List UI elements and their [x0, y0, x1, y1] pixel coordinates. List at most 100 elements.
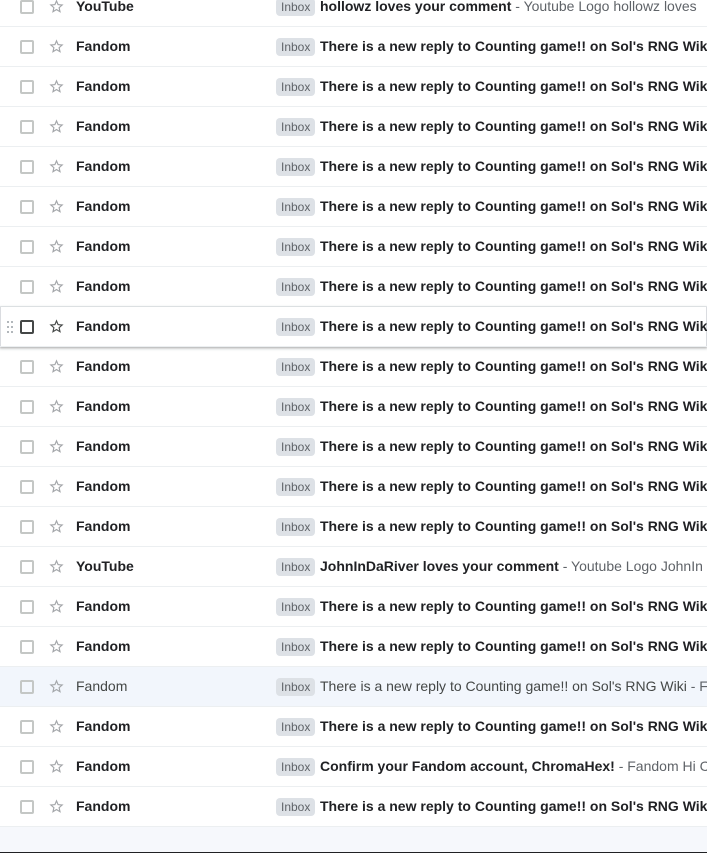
message-preview: There is a new reply to Counting game!! …	[320, 38, 707, 54]
select-checkbox[interactable]	[20, 680, 34, 694]
star-icon[interactable]	[48, 398, 65, 415]
inbox-label-badge[interactable]: Inbox	[276, 758, 316, 776]
select-checkbox[interactable]	[20, 120, 34, 134]
message-preview: There is a new reply to Counting game!! …	[320, 638, 707, 654]
email-row[interactable]: Fandom Inbox There is a new reply to Count…	[0, 587, 707, 627]
select-checkbox[interactable]	[20, 360, 34, 374]
inbox-label-badge[interactable]: Inbox	[276, 518, 316, 536]
email-row[interactable]: YouTube Inbox hollowz loves your comment -…	[0, 0, 707, 27]
sender-name: Fandom	[76, 38, 131, 54]
sender-name: Fandom	[76, 118, 131, 134]
email-row[interactable]: Fandom Inbox There is a new reply to Count…	[0, 507, 707, 547]
select-checkbox[interactable]	[20, 440, 34, 454]
select-checkbox[interactable]	[20, 160, 34, 174]
email-row[interactable]: Fandom Inbox There is a new reply to Count…	[0, 27, 707, 67]
email-row[interactable]: Fandom Inbox There is a new reply to Count…	[0, 427, 707, 467]
star-icon[interactable]	[48, 678, 65, 695]
email-row[interactable]: Fandom Inbox There is a new reply to Count…	[0, 347, 707, 387]
email-row[interactable]: Fandom Inbox There is a new reply to Count…	[0, 467, 707, 507]
message-preview: There is a new reply to Counting game!! …	[320, 318, 707, 334]
email-list: YouTube Inbox hollowz loves your comment -…	[0, 0, 707, 827]
inbox-label-badge[interactable]: Inbox	[276, 478, 316, 496]
email-row[interactable]: Fandom Inbox There is a new reply to Count…	[0, 787, 707, 827]
email-row[interactable]: Fandom Inbox There is a new reply to Count…	[0, 187, 707, 227]
inbox-label-badge[interactable]: Inbox	[276, 398, 316, 416]
select-checkbox[interactable]	[20, 40, 34, 54]
star-icon[interactable]	[48, 558, 65, 575]
email-row[interactable]: Fandom Inbox There is a new reply to Count…	[0, 267, 707, 307]
email-row[interactable]: Fandom Inbox There is a new reply to Count…	[0, 387, 707, 427]
inbox-label-badge[interactable]: Inbox	[276, 678, 316, 696]
email-row[interactable]: Fandom Inbox There is a new reply to Count…	[0, 307, 707, 347]
select-checkbox[interactable]	[20, 520, 34, 534]
inbox-label-badge[interactable]: Inbox	[276, 318, 316, 336]
select-checkbox[interactable]	[20, 0, 34, 14]
inbox-label-badge[interactable]: Inbox	[276, 598, 316, 616]
star-icon[interactable]	[48, 318, 65, 335]
sender-name: Fandom	[76, 678, 128, 694]
inbox-label-badge[interactable]: Inbox	[276, 718, 316, 736]
select-checkbox[interactable]	[20, 240, 34, 254]
star-icon[interactable]	[48, 78, 65, 95]
select-checkbox[interactable]	[20, 400, 34, 414]
star-icon[interactable]	[48, 38, 65, 55]
star-icon[interactable]	[48, 758, 65, 775]
message-preview: There is a new reply to Counting game!! …	[320, 238, 707, 254]
sender-name: Fandom	[76, 238, 131, 254]
inbox-label-badge[interactable]: Inbox	[276, 158, 316, 176]
select-checkbox[interactable]	[20, 280, 34, 294]
inbox-label-badge[interactable]: Inbox	[276, 278, 316, 296]
star-icon[interactable]	[48, 798, 65, 815]
inbox-label-badge[interactable]: Inbox	[276, 798, 316, 816]
sender-name: Fandom	[76, 798, 131, 814]
inbox-label-badge[interactable]: Inbox	[276, 358, 316, 376]
subject: There is a new reply to Counting game!! …	[320, 598, 707, 614]
inbox-label-badge[interactable]: Inbox	[276, 118, 316, 136]
email-row[interactable]: Fandom Inbox There is a new reply to Count…	[0, 707, 707, 747]
star-icon[interactable]	[48, 638, 65, 655]
email-row[interactable]: Fandom Inbox There is a new reply to Count…	[0, 67, 707, 107]
email-row[interactable]: Fandom Inbox There is a new reply to Count…	[0, 107, 707, 147]
inbox-label-badge[interactable]: Inbox	[276, 238, 316, 256]
inbox-label-badge[interactable]: Inbox	[276, 638, 316, 656]
drag-handle-icon[interactable]	[7, 321, 15, 333]
select-checkbox[interactable]	[20, 800, 34, 814]
star-icon[interactable]	[48, 198, 65, 215]
star-icon[interactable]	[48, 118, 65, 135]
email-row[interactable]: YouTube Inbox JohnInDaRiver loves your com…	[0, 547, 707, 587]
star-icon[interactable]	[48, 158, 65, 175]
select-checkbox[interactable]	[20, 200, 34, 214]
subject: There is a new reply to Counting game!! …	[320, 518, 707, 534]
select-checkbox[interactable]	[20, 480, 34, 494]
select-checkbox[interactable]	[20, 760, 34, 774]
star-icon[interactable]	[48, 238, 65, 255]
inbox-label-badge[interactable]: Inbox	[276, 198, 316, 216]
select-checkbox[interactable]	[20, 560, 34, 574]
inbox-label-badge[interactable]: Inbox	[276, 78, 316, 96]
message-preview: There is a new reply to Counting game!! …	[320, 278, 707, 294]
select-checkbox[interactable]	[20, 640, 34, 654]
email-row[interactable]: Fandom Inbox Confirm your Fandom account, …	[0, 747, 707, 787]
star-icon[interactable]	[48, 478, 65, 495]
select-checkbox[interactable]	[20, 600, 34, 614]
star-icon[interactable]	[48, 518, 65, 535]
select-checkbox[interactable]	[20, 320, 34, 334]
email-row[interactable]: Fandom Inbox There is a new reply to Count…	[0, 227, 707, 267]
select-checkbox[interactable]	[20, 720, 34, 734]
star-icon[interactable]	[48, 438, 65, 455]
inbox-label-badge[interactable]: Inbox	[276, 0, 316, 16]
message-preview: Confirm your Fandom account, ChromaHex! …	[320, 758, 707, 774]
select-checkbox[interactable]	[20, 80, 34, 94]
email-row[interactable]: Fandom Inbox There is a new reply to Count…	[0, 147, 707, 187]
star-icon[interactable]	[48, 278, 65, 295]
star-icon[interactable]	[48, 0, 65, 15]
star-icon[interactable]	[48, 358, 65, 375]
email-row[interactable]: Fandom Inbox There is a new reply to Count…	[0, 627, 707, 667]
inbox-label-badge[interactable]: Inbox	[276, 438, 316, 456]
star-icon[interactable]	[48, 598, 65, 615]
inbox-label-badge[interactable]: Inbox	[276, 558, 316, 576]
subject: There is a new reply to Counting game!! …	[320, 398, 707, 414]
inbox-label-badge[interactable]: Inbox	[276, 38, 316, 56]
star-icon[interactable]	[48, 718, 65, 735]
email-row[interactable]: Fandom Inbox There is a new reply to Count…	[0, 667, 707, 707]
